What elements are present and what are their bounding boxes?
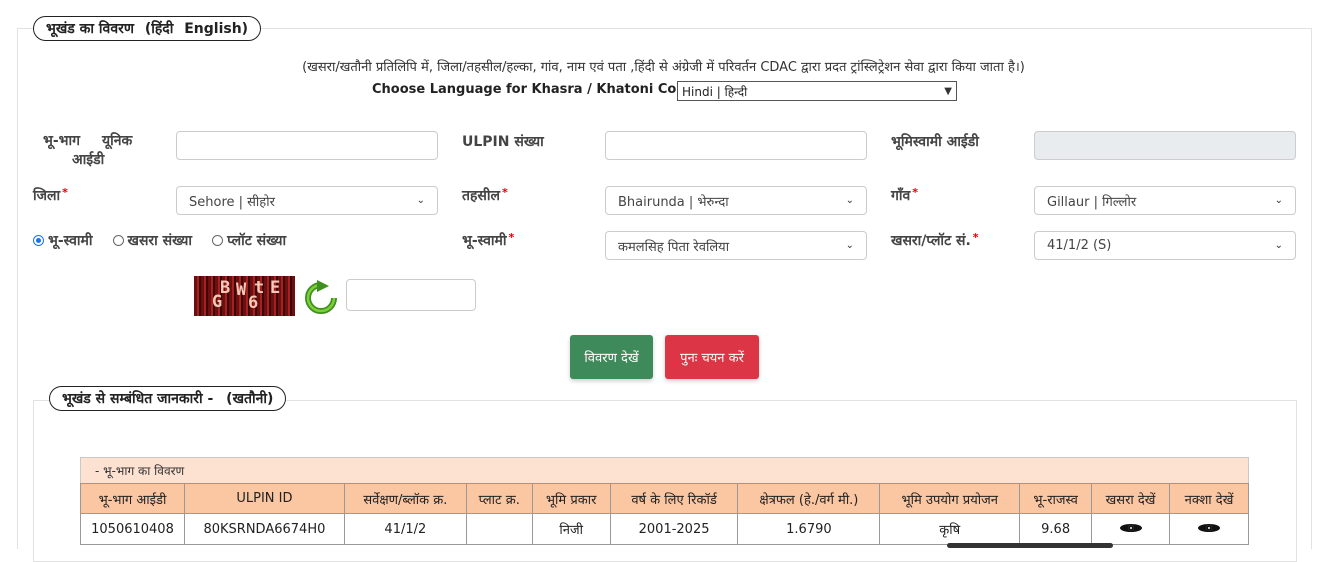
chevron-down-icon: ⌄	[1274, 195, 1283, 206]
th-plot: प्लाट क्र.	[465, 483, 533, 514]
chevron-down-icon: ⌄	[845, 240, 854, 251]
cell-survey: 41/1/2	[343, 513, 467, 545]
th-view-khasra: खसरा देखें	[1091, 483, 1171, 514]
table-row: 1050610408 80KSRNDA6674H0 41/1/2 निजी 20…	[80, 513, 1249, 545]
table-caption: - भू-भाग का विवरण	[80, 457, 1249, 483]
refresh-icon[interactable]	[303, 280, 339, 316]
khasra-label: खसरा/प्लॉट सं. *	[891, 231, 979, 249]
language-select-value: Hindi | हिन्दी	[682, 84, 748, 99]
section-legend: भूखंड का विवरण (हिंदी English)	[33, 16, 262, 41]
captcha-image: B W t E G 6	[194, 276, 295, 316]
cell-area: 1.6790	[737, 513, 881, 545]
cell-revenue: 9.68	[1019, 513, 1093, 545]
lang-hindi-link[interactable]: (हिंदी	[145, 21, 174, 37]
village-select-value: Gillaur | गिल्लोर	[1047, 194, 1137, 210]
district-select-value: Sehore | सीहोर	[189, 194, 275, 210]
cell-land-use: कृषि	[879, 513, 1021, 545]
th-record-year: वर्ष के लिए रिकॉर्ड	[609, 483, 739, 514]
cell-land-id: 1050610408	[80, 513, 185, 545]
reset-button[interactable]: पुनः चयन करें	[665, 335, 759, 379]
tehsil-select-value: Bhairunda | भेरुन्दा	[618, 194, 729, 210]
cell-record-year: 2001-2025	[609, 513, 739, 545]
section-title: भूखंड का विवरण	[46, 21, 134, 37]
land-unique-id-label: भू-भाग यूनिक आईडी	[43, 133, 133, 168]
view-details-button[interactable]: विवरण देखें	[570, 335, 653, 379]
tehsil-label: तहसील *	[462, 186, 508, 204]
th-land-id: भू-भाग आईडी	[80, 483, 185, 514]
th-land-use: भूमि उपयोग प्रयोजन	[879, 483, 1021, 514]
owner-select[interactable]: कमलसिह पिता रेवलिया ⌄	[605, 231, 867, 260]
land-details-table: भू-भाग आईडी ULPIN ID सर्वेक्षण/ब्लॉक क्र…	[80, 483, 1249, 545]
chevron-down-icon: ▼	[944, 85, 952, 97]
ulpin-label: ULPIN संख्या	[462, 134, 544, 150]
cell-ulpin: 80KSRNDA6674H0	[183, 513, 345, 545]
cell-view-khasra	[1091, 513, 1171, 545]
khatauni-subtitle: (खतौनी)	[226, 391, 274, 407]
chevron-down-icon: ⌄	[845, 195, 854, 206]
captcha-input[interactable]	[346, 279, 476, 311]
horizontal-scrollbar[interactable]	[947, 543, 1113, 548]
language-select[interactable]: Hindi | हिन्दी ▼	[677, 81, 957, 101]
radio-plot[interactable]: प्लॉट संख्या	[212, 231, 286, 250]
cell-land-type: निजी	[531, 513, 611, 545]
th-view-map: नक्शा देखें	[1169, 483, 1249, 514]
chevron-down-icon: ⌄	[1274, 240, 1283, 251]
chevron-down-icon: ⌄	[416, 195, 425, 206]
district-select[interactable]: Sehore | सीहोर ⌄	[176, 186, 438, 215]
khatauni-legend: भूखंड से सम्बंधित जानकारी - (खतौनी)	[49, 386, 287, 411]
village-select[interactable]: Gillaur | गिल्लोर ⌄	[1034, 186, 1296, 215]
th-survey: सर्वेक्षण/ब्लॉक क्र.	[343, 483, 467, 514]
ulpin-input[interactable]	[605, 131, 867, 160]
eye-icon[interactable]	[1119, 523, 1142, 533]
owner-select-value: कमलसिह पिता रेवलिया	[618, 239, 730, 255]
radio-khasra-button[interactable]	[112, 235, 124, 246]
radio-owner-button[interactable]	[33, 235, 44, 246]
radio-plot-button[interactable]	[212, 235, 224, 246]
cell-plot	[465, 513, 533, 545]
radio-owner[interactable]: भू-स्वामी	[33, 231, 93, 250]
eye-icon[interactable]	[1198, 523, 1220, 533]
radio-khasra[interactable]: खसरा संख्या	[112, 231, 192, 250]
search-type-radios: भू-स्वामी खसरा संख्या प्लॉट संख्या	[33, 231, 286, 250]
tehsil-select[interactable]: Bhairunda | भेरुन्दा ⌄	[605, 186, 867, 215]
choose-language-label: Choose Language for Khasra / Khatoni Cop…	[372, 82, 700, 97]
owner-id-label: भूमिस्वामी आईडी	[891, 134, 979, 150]
owner-label: भू-स्वामी *	[462, 231, 515, 249]
village-label: गाँव *	[891, 186, 919, 204]
transliteration-note: (खसरा/खतौनी प्रतिलिपि में, जिला/तहसील/हल…	[302, 60, 1025, 75]
land-unique-id-input[interactable]	[176, 131, 438, 160]
th-ulpin: ULPIN ID	[183, 483, 345, 514]
owner-id-input[interactable]	[1034, 131, 1296, 160]
district-label: जिला *	[33, 186, 68, 204]
cell-view-map	[1169, 513, 1249, 545]
th-revenue: भू-राजस्व	[1019, 483, 1093, 514]
khasra-select-value: 41/1/2 (S)	[1047, 238, 1112, 253]
table-header-row: भू-भाग आईडी ULPIN ID सर्वेक्षण/ब्लॉक क्र…	[80, 483, 1249, 514]
lang-english-link[interactable]: English)	[184, 21, 248, 37]
th-area: क्षेत्रफल (हे./वर्ग मी.)	[737, 483, 881, 514]
th-land-type: भूमि प्रकार	[531, 483, 611, 514]
land-table-wrapper: - भू-भाग का विवरण भू-भाग आईडी ULPIN ID स…	[80, 457, 1249, 545]
khatauni-title: भूखंड से सम्बंधित जानकारी -	[62, 391, 214, 407]
khasra-select[interactable]: 41/1/2 (S) ⌄	[1034, 231, 1296, 260]
